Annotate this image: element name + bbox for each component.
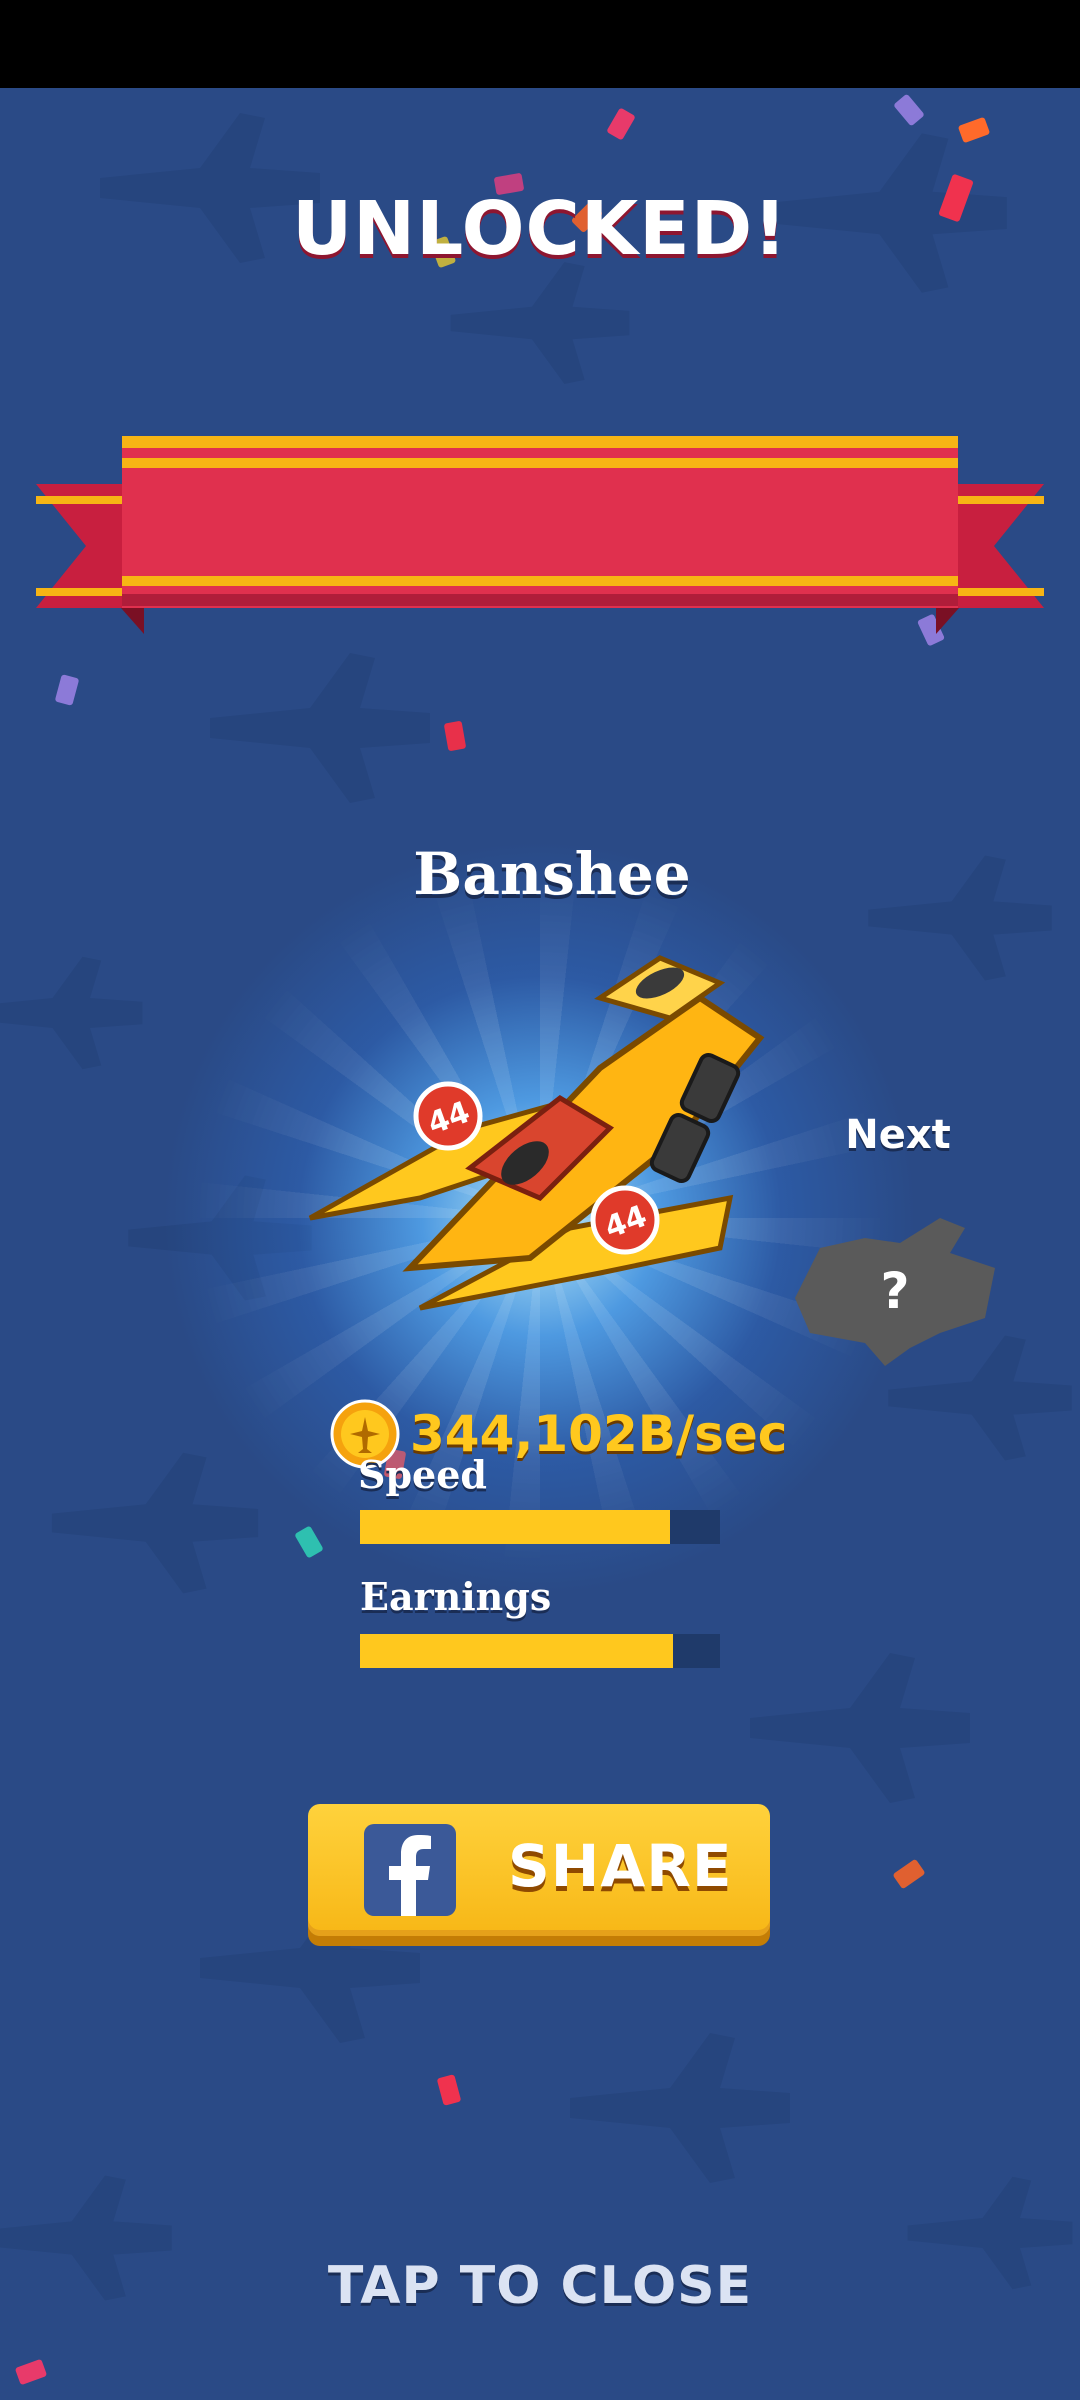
share-button[interactable]: SHARE <box>308 1804 770 1936</box>
earnings-bar-fill <box>360 1634 674 1668</box>
earnings-label: Earnings <box>360 1574 552 1619</box>
background-plane-icon <box>0 956 143 1070</box>
confetti <box>893 93 925 127</box>
earnings-bar <box>360 1634 720 1668</box>
confetti <box>294 1525 324 1559</box>
speed-label: Speed <box>358 1452 487 1497</box>
background-plane-icon <box>570 2033 790 2183</box>
background-plane-icon <box>51 1452 259 1594</box>
confetti <box>54 674 80 706</box>
banshee-plane-icon: 44 44 <box>308 955 765 1311</box>
status-bar <box>0 0 1080 88</box>
tap-to-close-button[interactable]: TAP TO CLOSE <box>0 2256 1080 2316</box>
confetti <box>892 1858 926 1890</box>
locked-plane-silhouette: ? <box>795 1218 995 1366</box>
locked-plane-question-mark: ? <box>880 1262 909 1320</box>
confetti <box>14 2358 48 2386</box>
confetti <box>443 720 467 752</box>
unlock-screen[interactable]: UNLOCKED! Banshee 44 44 Next ? 344,102B/… <box>0 88 1080 2400</box>
next-plane-label: Next <box>845 1112 951 1158</box>
speed-bar <box>360 1510 720 1544</box>
confetti <box>436 2074 462 2106</box>
background-plane-icon <box>210 653 430 803</box>
unlocked-ribbon <box>36 436 1044 634</box>
background-plane-icon <box>750 1653 970 1803</box>
background-plane-icon <box>450 262 630 384</box>
confetti <box>606 107 636 141</box>
share-label: SHARE <box>508 1832 733 1900</box>
plane-name: Banshee <box>413 840 691 908</box>
speed-bar-fill <box>360 1510 670 1544</box>
facebook-icon <box>364 1824 456 1916</box>
unlocked-title: UNLOCKED! <box>292 186 788 272</box>
